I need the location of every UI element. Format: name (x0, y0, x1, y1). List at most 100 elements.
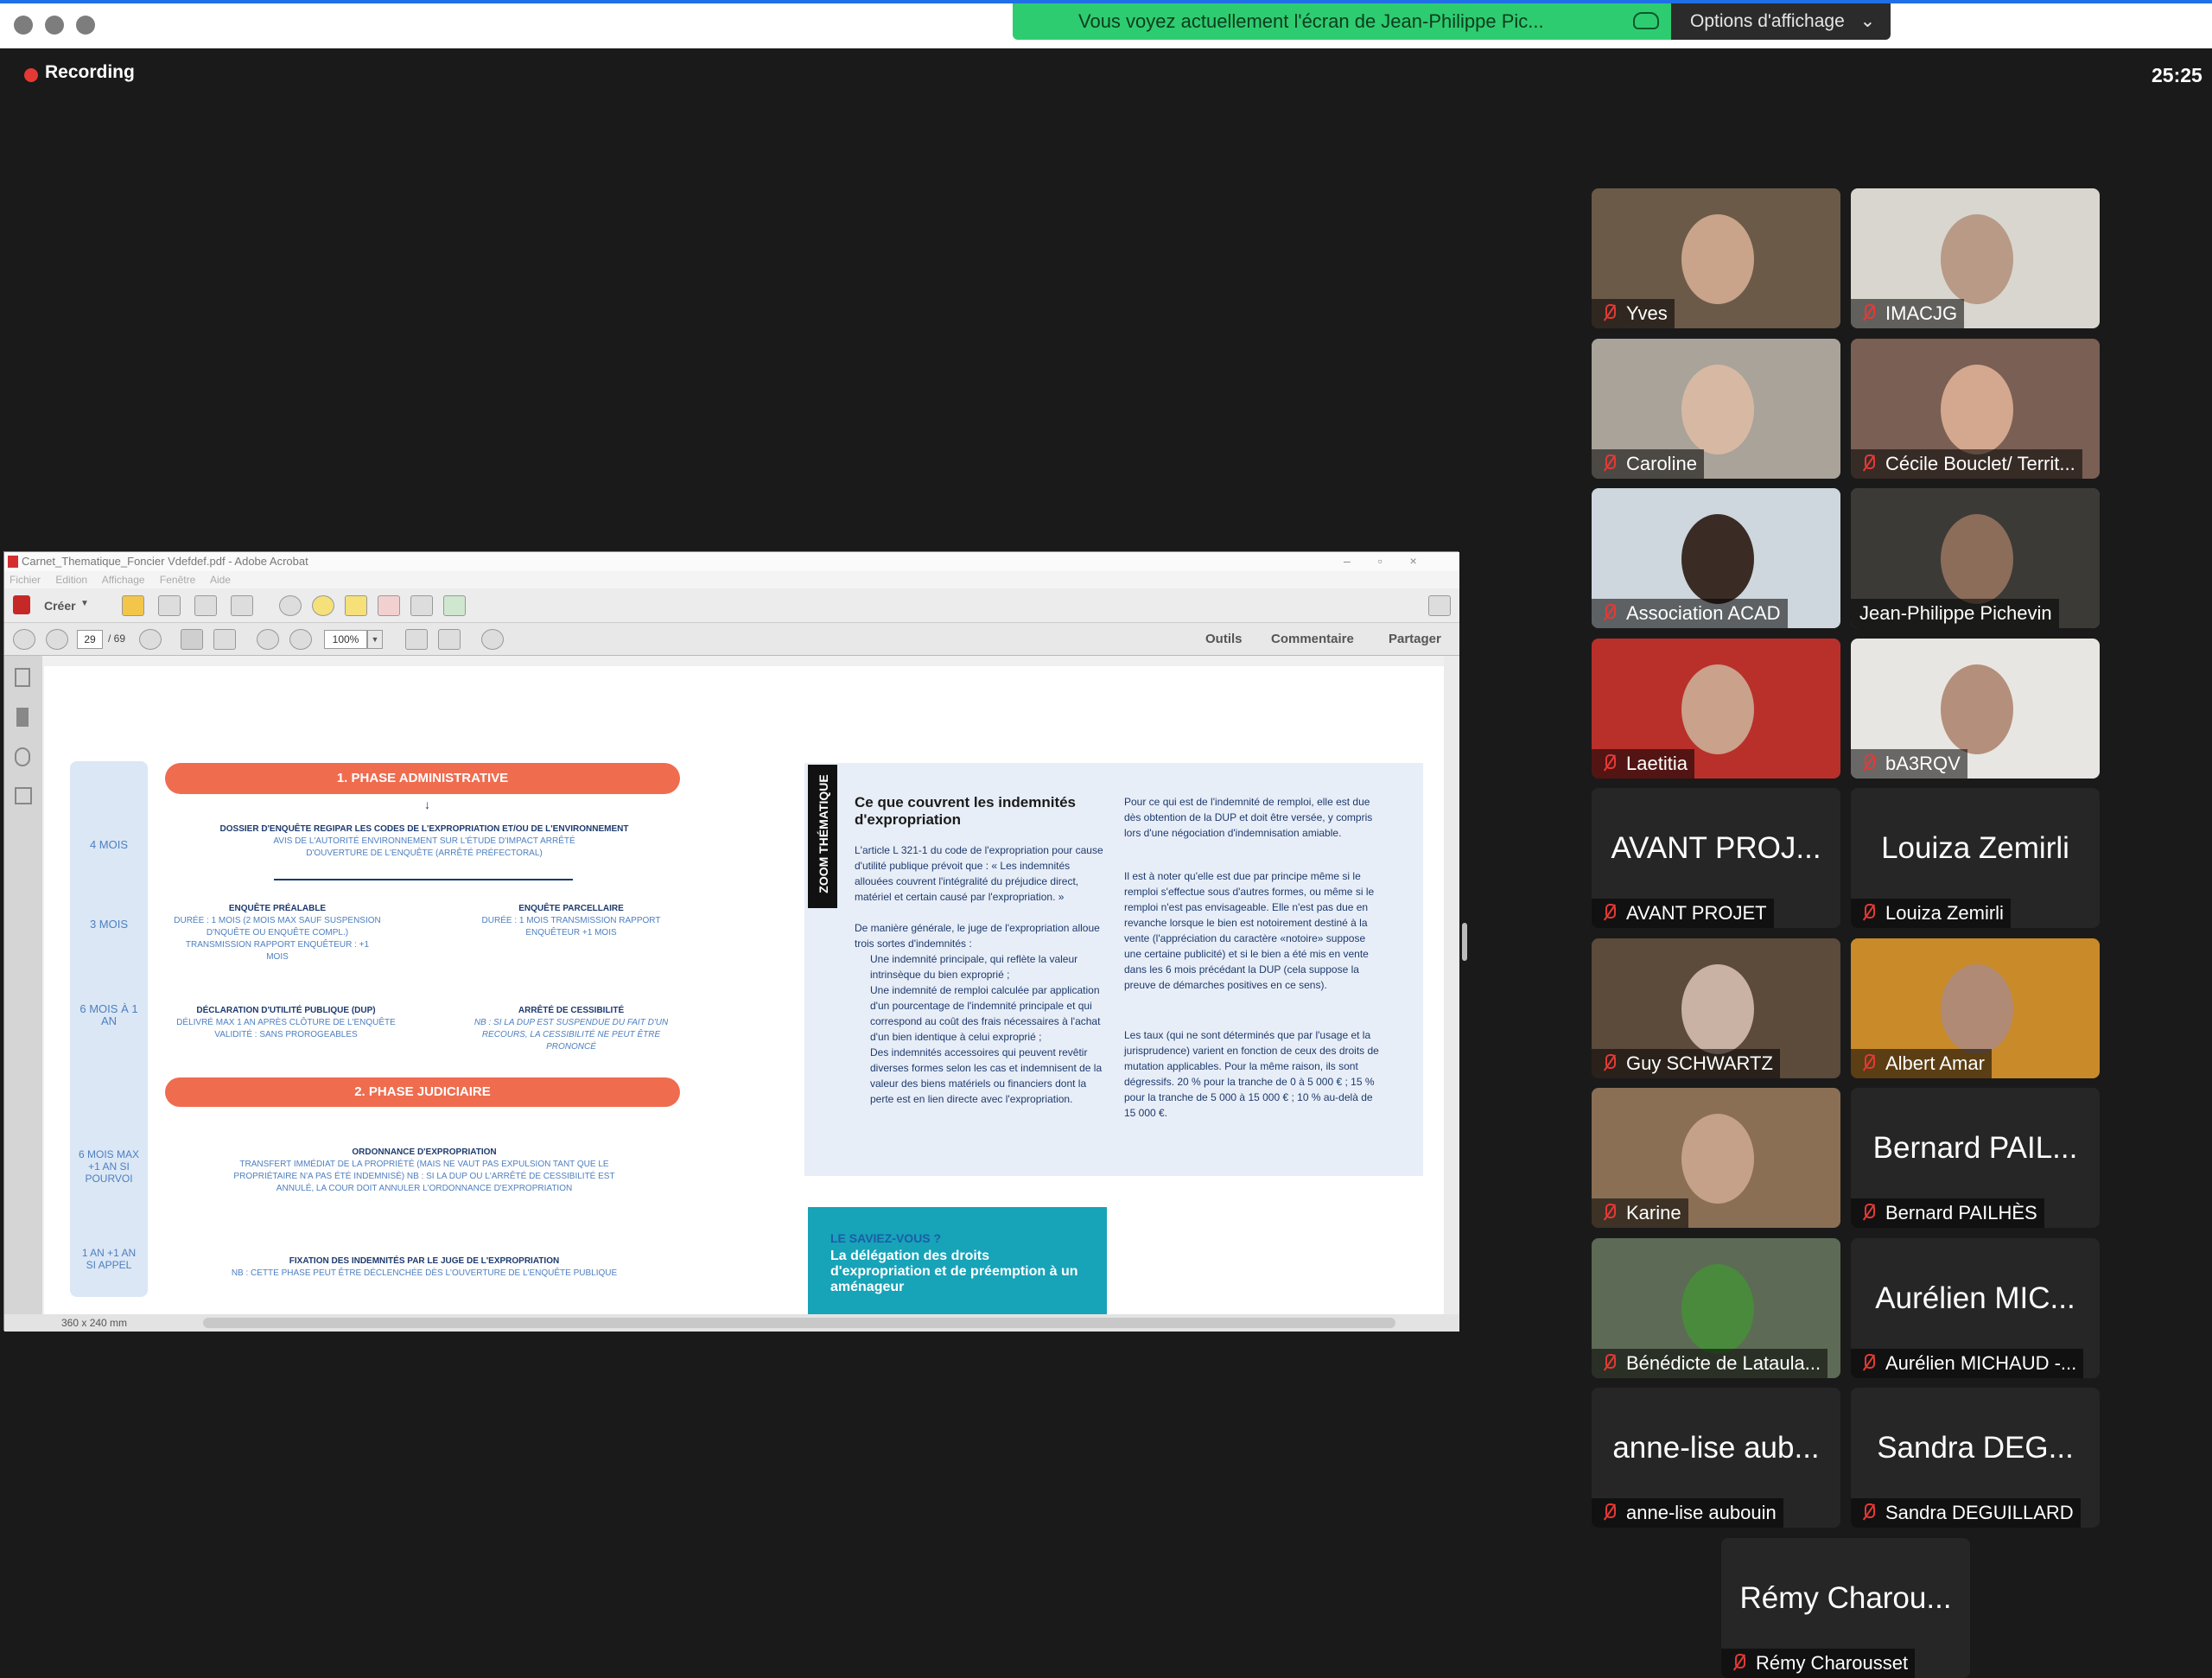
print-icon[interactable] (194, 595, 217, 616)
create-button[interactable]: Créer (44, 599, 76, 613)
participant-tile[interactable]: Bernard PAIL... Bernard PAILHÈS (1851, 1088, 2100, 1228)
participant-name: Association ACAD (1626, 602, 1781, 624)
participant-tile[interactable]: anne-lise aub... anne-lise aubouin (1592, 1388, 1840, 1528)
fit-page-icon[interactable] (139, 629, 162, 650)
recording-label: Recording (45, 62, 135, 82)
participant-tile[interactable]: Karine (1592, 1088, 1840, 1228)
participant-tile[interactable]: IMACJG (1851, 188, 2100, 328)
participant-tile[interactable]: Albert Amar (1851, 938, 2100, 1078)
microphone-muted-icon (1602, 604, 1616, 621)
participant-name: Albert Amar (1885, 1052, 1985, 1074)
participant-name: Sandra DEGUILLARD (1885, 1502, 2074, 1523)
participant-name-bar: Albert Amar (1851, 1049, 1992, 1078)
participant-face (1681, 214, 1754, 304)
participant-name: Yves (1626, 302, 1668, 324)
zoom-bullet-item: Une indemnité de remploi calculée par ap… (870, 984, 1101, 1043)
ordonnance-title: ORDONNANCE D'EXPROPRIATION (352, 1147, 497, 1157)
next-page-icon[interactable] (46, 629, 68, 650)
signature-icon[interactable] (15, 787, 32, 804)
comment-bubble-icon[interactable] (312, 595, 334, 616)
page-thumbnails-icon[interactable] (15, 668, 30, 687)
participant-name-bar: Cécile Bouclet/ Territ... (1851, 449, 2082, 479)
menu-aide[interactable]: Aide (210, 574, 231, 586)
participant-name: Bénédicte de Lataula... (1626, 1352, 1821, 1374)
participant-tile[interactable]: bA3RQV (1851, 639, 2100, 779)
chevron-down-icon[interactable]: ▼ (367, 630, 383, 649)
tab-commentaire[interactable]: Commentaire (1271, 632, 1354, 646)
zoom-window-button[interactable] (76, 16, 95, 35)
participant-tile[interactable]: Cécile Bouclet/ Territ... (1851, 339, 2100, 479)
participant-tile[interactable]: Jean-Philippe Pichevin (1851, 488, 2100, 628)
fit-width-icon[interactable] (405, 629, 428, 650)
participant-face (1681, 514, 1754, 604)
horizontal-scrollbar[interactable] (203, 1318, 1395, 1328)
participant-display-name: Bernard PAIL... (1872, 1131, 2078, 1165)
close-window-button[interactable] (14, 16, 33, 35)
participant-display-name: AVANT PROJ... (1611, 831, 1821, 865)
participant-name-bar: Laetitia (1592, 749, 1694, 779)
participant-tile[interactable]: AVANT PROJ... AVANT PROJET (1592, 788, 1840, 928)
minimize-window-button[interactable] (45, 16, 64, 35)
tab-outils[interactable]: Outils (1205, 632, 1243, 646)
view-options-button[interactable]: Options d'affichage ⌄ (1671, 3, 1891, 40)
chevron-down-icon[interactable]: ▼ (80, 599, 89, 608)
highlight-icon[interactable] (345, 595, 367, 616)
saviez-kicker: LE SAVIEZ-VOUS ? (830, 1231, 942, 1245)
participant-name: bA3RQV (1885, 753, 1961, 774)
menu-affichage[interactable]: Affichage (102, 574, 145, 586)
participant-tile[interactable]: Louiza Zemirli Louiza Zemirli (1851, 788, 2100, 928)
microphone-muted-icon (1861, 304, 1875, 321)
menu-fenetre[interactable]: Fenêtre (160, 574, 195, 586)
acrobat-toolbar-main: Créer ▼ (4, 588, 1459, 623)
participant-tile[interactable]: Guy SCHWARTZ (1592, 938, 1840, 1078)
participant-tile[interactable]: Caroline (1592, 339, 1840, 479)
select-cursor-icon[interactable] (181, 629, 203, 650)
enquete-prealable-details: DURÉE : 1 MOIS (2 MOIS MAX SAUF SUSPENSI… (174, 916, 381, 962)
zoom-paragraph: Les taux (qui ne sont déterminés que par… (1124, 1029, 1379, 1119)
settings-gear-icon[interactable] (279, 595, 302, 616)
arrow-down-icon: ↓ (424, 798, 430, 811)
participant-face (1941, 664, 2013, 754)
save-icon[interactable] (158, 595, 181, 616)
participant-face (1681, 664, 1754, 754)
participant-tile[interactable]: Sandra DEG... Sandra DEGUILLARD (1851, 1388, 2100, 1528)
menu-edition[interactable]: Edition (55, 574, 87, 586)
open-folder-icon[interactable] (122, 595, 144, 616)
attachment-icon[interactable] (15, 747, 30, 766)
previous-page-icon[interactable] (13, 629, 35, 650)
bookmark-icon[interactable] (16, 708, 29, 727)
view-options-label: Options d'affichage (1690, 11, 1845, 31)
create-pdf-icon (13, 595, 30, 614)
participant-tile[interactable]: Yves (1592, 188, 1840, 328)
sign-icon[interactable] (443, 595, 466, 616)
fullscreen-icon[interactable] (1428, 595, 1451, 616)
participant-tile[interactable]: Aurélien MIC... Aurélien MICHAUD -... (1851, 1238, 2100, 1378)
vertical-scrollbar[interactable] (1444, 656, 1459, 1314)
participant-name: IMACJG (1885, 302, 1958, 324)
zoom-level-input[interactable]: 100% (324, 630, 367, 649)
page-total: / 69 (108, 632, 126, 645)
page-view-icon[interactable] (438, 629, 461, 650)
tab-partager[interactable]: Partager (1389, 632, 1441, 646)
recording-dot-icon (24, 68, 38, 82)
duration-label: 4 MOIS (89, 838, 129, 851)
export-pdf-icon[interactable] (410, 595, 433, 616)
zoom-out-icon[interactable] (257, 629, 279, 650)
participant-tile[interactable]: Association ACAD (1592, 488, 1840, 628)
enquete-parcellaire: ENQUÊTE PARCELLAIRE (518, 904, 624, 913)
phase-administrative-heading: 1. PHASE ADMINISTRATIVE (165, 763, 680, 794)
participant-tile[interactable]: Rémy Charou... Rémy Charousset (1721, 1538, 1970, 1678)
page-number-input[interactable]: 29 (77, 630, 103, 649)
participant-name-bar: AVANT PROJET (1592, 899, 1774, 928)
participant-name-bar: Karine (1592, 1198, 1688, 1228)
split-resize-handle[interactable] (1462, 923, 1467, 961)
participant-tile[interactable]: Bénédicte de Lataula... (1592, 1238, 1840, 1378)
acrobat-window-controls[interactable]: – ▫ × (1344, 554, 1417, 568)
menu-fichier[interactable]: Fichier (10, 574, 41, 586)
zoom-in-icon[interactable] (289, 629, 312, 650)
hand-tool-icon[interactable] (213, 629, 236, 650)
delete-pages-icon[interactable] (378, 595, 400, 616)
email-icon[interactable] (231, 595, 253, 616)
participant-tile[interactable]: Laetitia (1592, 639, 1840, 779)
read-mode-icon[interactable] (481, 629, 504, 650)
